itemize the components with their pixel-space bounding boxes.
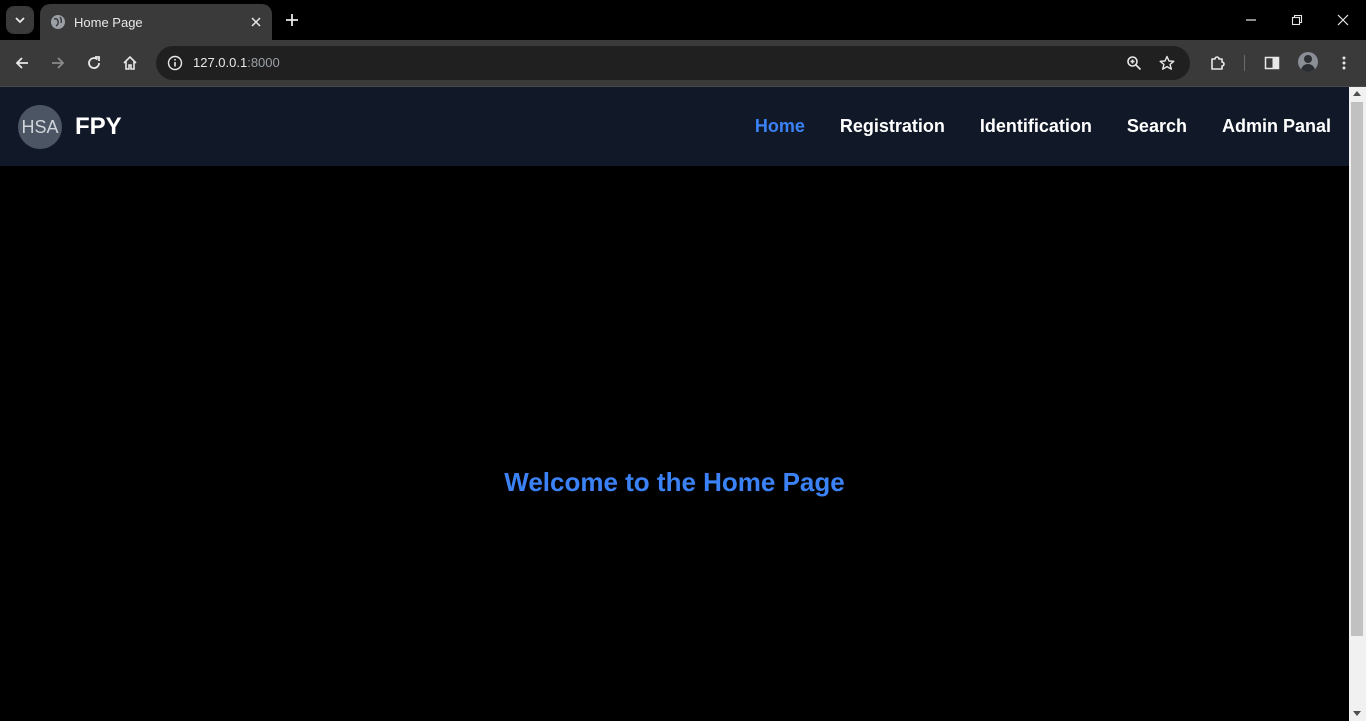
minimize-button[interactable] xyxy=(1239,8,1263,32)
reload-icon xyxy=(88,56,100,69)
minimize-icon xyxy=(1246,19,1256,21)
address-bar[interactable]: 127.0.0.1:8000 xyxy=(156,46,1190,80)
nav-link-identification[interactable]: Identification xyxy=(980,116,1092,137)
nav-link-registration[interactable]: Registration xyxy=(840,116,945,137)
site-navbar: HSA FPY Home Registration Identification… xyxy=(0,87,1349,166)
url-text: 127.0.0.1:8000 xyxy=(193,55,280,70)
browser-toolbar: 127.0.0.1:8000 xyxy=(0,40,1366,86)
reload-button[interactable] xyxy=(82,51,106,75)
url-host: 127.0.0.1 xyxy=(193,55,248,70)
extensions-button[interactable] xyxy=(1206,51,1230,75)
star-icon xyxy=(1159,55,1175,70)
url-port: :8000 xyxy=(247,55,280,70)
site-brand[interactable]: FPY xyxy=(75,113,122,141)
scroll-down-arrow-icon[interactable] xyxy=(1353,711,1361,716)
zoom-button[interactable] xyxy=(1123,52,1145,74)
profile-avatar-icon[interactable] xyxy=(1298,52,1318,72)
puzzle-icon xyxy=(1211,56,1225,70)
restore-button[interactable] xyxy=(1285,8,1309,32)
nav-link-home[interactable]: Home xyxy=(755,116,805,137)
browser-tab[interactable]: Home Page xyxy=(40,4,272,40)
welcome-heading: Welcome to the Home Page xyxy=(504,467,845,497)
scrollbar-thumb[interactable] xyxy=(1351,102,1363,636)
side-panel-button[interactable] xyxy=(1260,51,1284,75)
tab-title: Home Page xyxy=(74,14,143,30)
page-viewport: HSA FPY Home Registration Identification… xyxy=(0,87,1349,721)
site-info-button[interactable] xyxy=(164,52,186,74)
info-icon xyxy=(167,55,183,71)
close-icon xyxy=(1337,14,1349,26)
new-tab-button[interactable] xyxy=(280,8,304,32)
browser-menu-button[interactable] xyxy=(1332,51,1356,75)
restore-icon xyxy=(1291,14,1303,26)
close-icon xyxy=(251,17,261,27)
profile-body xyxy=(1301,64,1315,72)
nav-link-admin-panel[interactable]: Admin Panal xyxy=(1222,116,1331,137)
scroll-up-arrow-icon[interactable] xyxy=(1353,91,1361,96)
plus-icon xyxy=(286,14,298,26)
nav-links: Home Registration Identification Search … xyxy=(755,116,1331,137)
nav-link-search[interactable]: Search xyxy=(1127,116,1187,137)
side-panel-icon xyxy=(1264,56,1280,70)
tab-strip: Home Page xyxy=(0,0,1366,40)
home-button[interactable] xyxy=(118,51,142,75)
tab-search-button[interactable] xyxy=(6,6,34,34)
back-arrow-icon xyxy=(15,57,28,69)
kebab-menu-icon xyxy=(1342,56,1346,70)
bookmark-button[interactable] xyxy=(1156,52,1178,74)
toolbar-divider xyxy=(1244,55,1245,71)
back-button[interactable] xyxy=(10,51,34,75)
home-icon xyxy=(123,55,137,70)
site-logo[interactable]: HSA xyxy=(18,105,62,149)
tab-close-button[interactable] xyxy=(246,12,266,32)
forward-arrow-icon xyxy=(52,57,65,69)
globe-icon xyxy=(50,14,66,30)
forward-button[interactable] xyxy=(46,51,70,75)
chevron-down-icon xyxy=(15,17,25,24)
close-window-button[interactable] xyxy=(1331,8,1355,32)
profile-head xyxy=(1304,55,1312,63)
zoom-icon xyxy=(1127,56,1142,71)
page-scrollbar[interactable] xyxy=(1349,87,1366,721)
